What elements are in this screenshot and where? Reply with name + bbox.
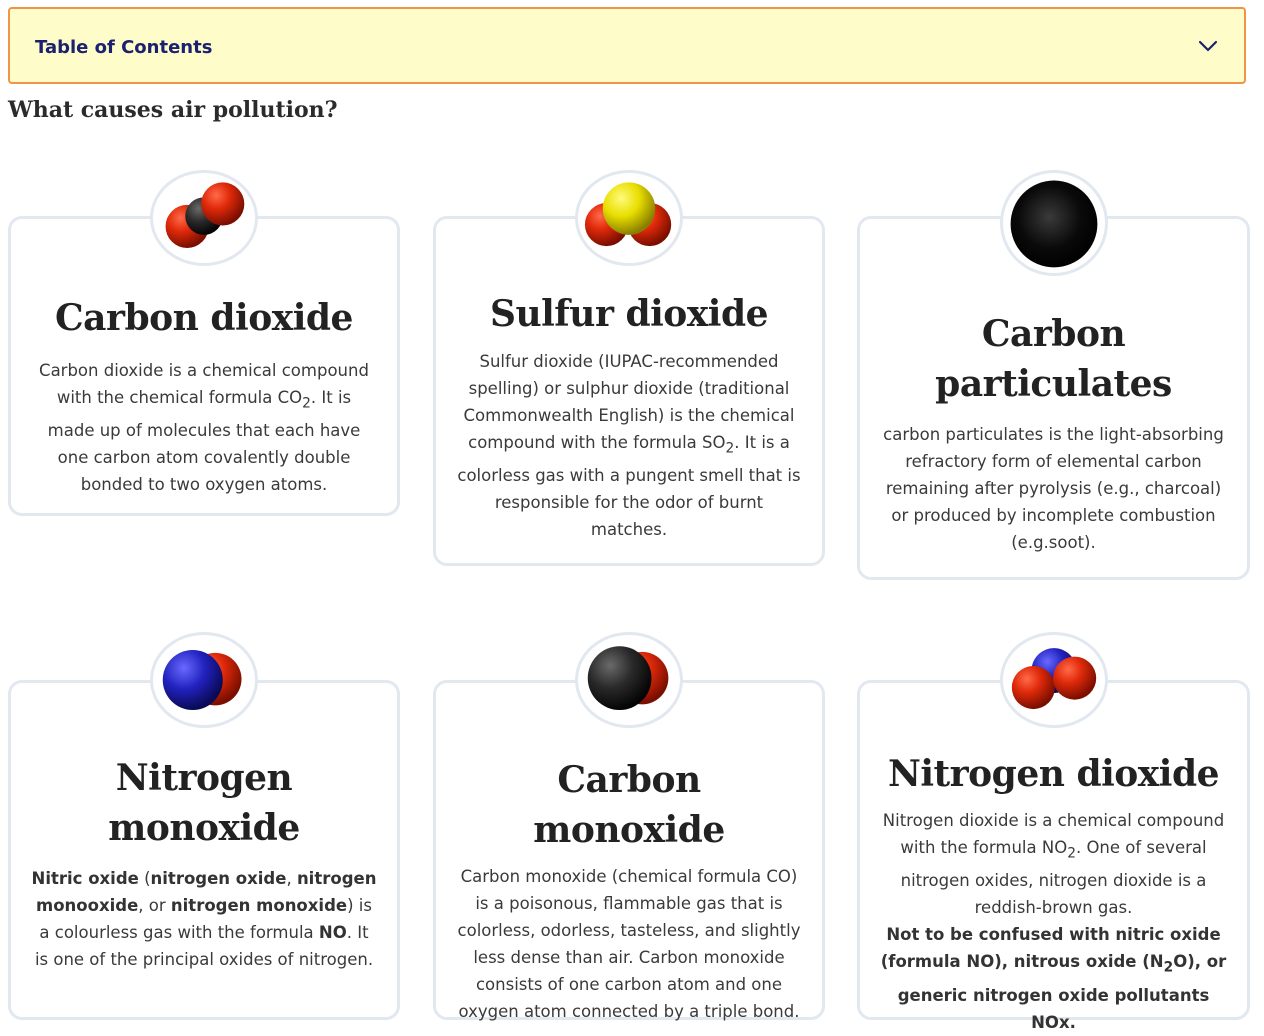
card-description: Nitrogen dioxide is a chemical compound … [882,811,1225,918]
card-title: Sulfur dioxide [489,293,769,335]
card-title: Nitrogen monoxide [108,757,300,849]
section-heading: What causes air pollution? [8,97,338,123]
card-title: Carbon monoxide [533,759,725,851]
pollutant-card-carbon-monoxide: Carbon monoxide Carbon monoxide (chemica… [433,680,825,1021]
card-description: Carbon monoxide (chemical formula CO) is… [457,867,801,1021]
card-description: Sulfur dioxide (IUPAC-recommended spelli… [457,352,801,540]
table-of-contents[interactable]: Table of Contents [8,7,1246,84]
card-description: Carbon dioxide is a chemical compound wi… [39,361,369,495]
no-molecule-icon [150,632,258,728]
toc-title[interactable]: Table of Contents [35,37,212,58]
card-title: Carbon particulates [935,313,1172,405]
chevron-down-icon[interactable] [1198,39,1218,53]
pollutant-card-sulfur-dioxide: Sulfur dioxide Sulfur dioxide (IUPAC-rec… [433,216,825,566]
card-title: Carbon dioxide [55,297,353,339]
card-note: Not to be confused with nitric oxide (fo… [880,925,1227,1032]
so2-molecule-icon [575,170,683,266]
pollutant-card-nitrogen-dioxide: Nitrogen dioxide Nitrogen dioxide is a c… [857,680,1250,1032]
card-description: Nitric oxide (nitrogen oxide, nitrogen m… [31,869,377,969]
card-title: Nitrogen dioxide [887,753,1220,795]
no2-molecule-icon [1000,632,1108,728]
card-description: carbon particulates is the light-absorbi… [883,425,1224,552]
co2-molecule-icon [150,170,258,266]
co-molecule-icon [575,632,683,728]
carbon-particle-icon [1000,170,1108,276]
pollutant-card-nitrogen-monoxide: Nitrogen monoxide Nitric oxide (nitrogen … [8,680,400,1020]
